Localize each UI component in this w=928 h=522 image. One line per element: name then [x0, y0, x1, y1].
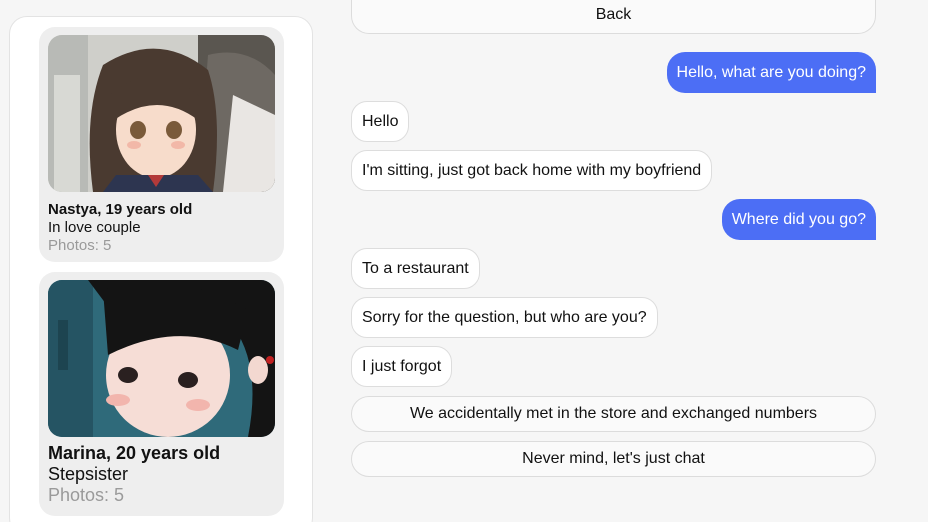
user-message: Hello, what are you doing?	[666, 52, 876, 93]
character-name: Marina, 20 years old	[48, 443, 221, 463]
user-message: Where did you go?	[721, 199, 876, 240]
chat-page: Nastya, 19 years old In love couple Phot…	[0, 0, 928, 522]
character-name: Nastya, 19 years old	[48, 201, 193, 218]
back-button[interactable]: Back	[351, 0, 876, 34]
character-photo-count: Photos: 5	[48, 237, 112, 254]
character-photo-count: Photos: 5	[48, 485, 125, 505]
character-sidebar: Nastya, 19 years old In love couple Phot…	[9, 16, 313, 522]
reply-option-button[interactable]: Never mind, let's just chat	[351, 441, 876, 477]
bot-message: Sorry for the question, but who are you?	[351, 297, 658, 338]
character-card-nastya[interactable]: Nastya, 19 years old In love couple Phot…	[39, 27, 284, 262]
bot-message: Hello	[351, 101, 410, 142]
character-avatar-image	[48, 35, 275, 192]
bot-message: I'm sitting, just got back home with my …	[351, 150, 713, 191]
reply-option-button[interactable]: We accidentally met in the store and exc…	[351, 396, 876, 432]
character-role: In love couple	[48, 219, 141, 236]
character-role: Stepsister	[48, 464, 129, 484]
character-card-marina[interactable]: Marina, 20 years old Stepsister Photos: …	[39, 272, 284, 516]
character-avatar-image	[48, 280, 275, 437]
bot-message: To a restaurant	[351, 248, 480, 289]
bot-message: I just forgot	[351, 346, 453, 387]
